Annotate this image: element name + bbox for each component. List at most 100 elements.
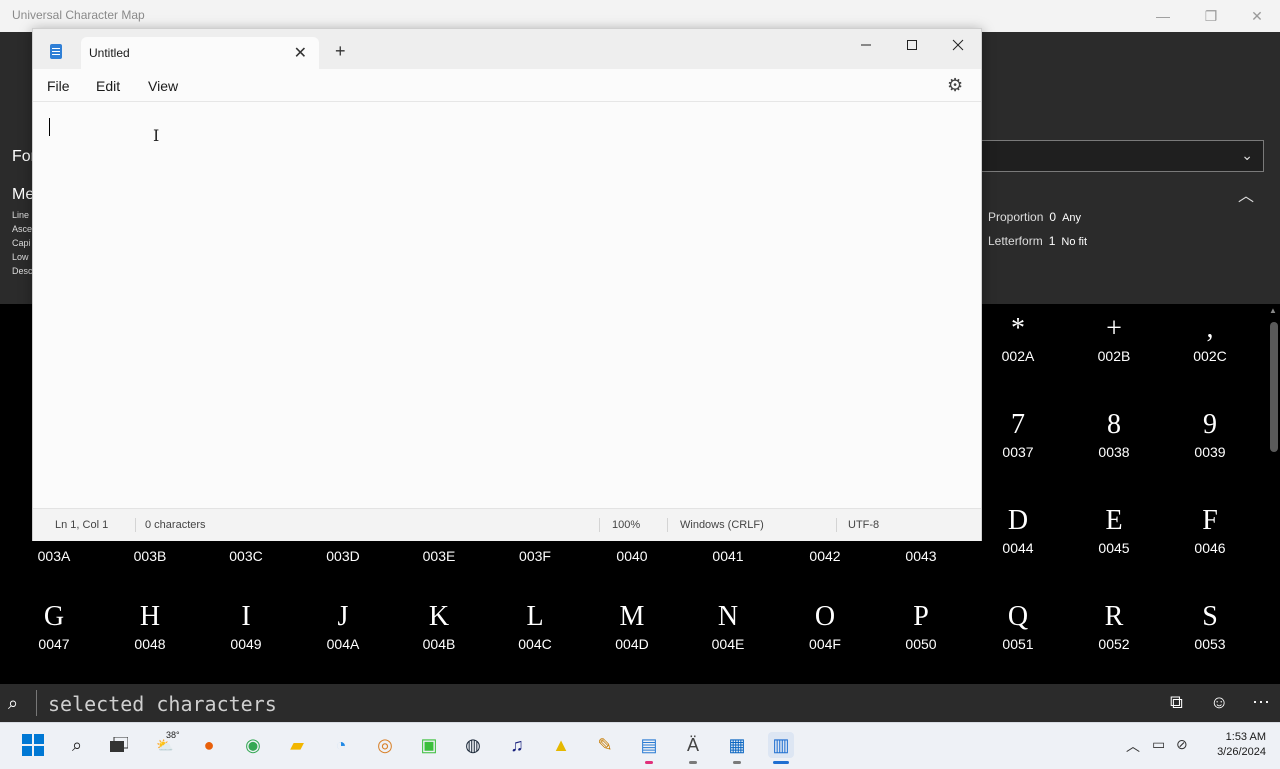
character-cell[interactable]: S 0053 [1162, 600, 1258, 652]
character-cell[interactable]: M 004D [584, 600, 680, 652]
character-cell[interactable]: O 004F [777, 600, 873, 652]
grid-scrollbar-thumb[interactable] [1270, 322, 1278, 452]
codepoint: 0038 [1098, 444, 1130, 460]
glyph: * [1011, 313, 1025, 344]
minimize-icon [861, 44, 871, 46]
menu-file[interactable]: File [47, 78, 70, 94]
character-cell[interactable]: F 0046 [1162, 504, 1258, 556]
terminal-app-icon[interactable]: ▣ [416, 732, 442, 758]
copy-icon[interactable]: ⧉ [1170, 692, 1183, 713]
network-icon[interactable]: ⊘ [1176, 736, 1188, 753]
character-cell[interactable]: D 0044 [970, 504, 1066, 556]
zoom-level[interactable]: 100% [612, 519, 640, 531]
clock[interactable]: 1:53 AM 3/26/2024 [1208, 730, 1266, 760]
character-cell[interactable]: 7 0037 [970, 408, 1066, 460]
character-cell[interactable]: P 0050 [873, 600, 969, 652]
character-map-app-icon[interactable]: Ä [680, 732, 706, 758]
codepoint[interactable]: 003B [102, 548, 198, 564]
font-dropdown[interactable]: ⌄ [972, 140, 1264, 172]
emoji-icon[interactable]: ☺ [1210, 692, 1228, 713]
character-cell[interactable]: +002B [1066, 312, 1162, 364]
codepoint[interactable]: 003F [487, 548, 583, 564]
running-indicator [645, 761, 653, 764]
codepoint[interactable]: 003A [6, 548, 102, 564]
control-panel-icon[interactable]: ▤ [636, 732, 662, 758]
start-windows-icon[interactable] [20, 732, 46, 758]
letterform-property: Letterform 1 No fit [988, 234, 1087, 248]
character-cell[interactable]: N 004E [680, 600, 776, 652]
minimize-button[interactable] [843, 29, 889, 61]
character-cell[interactable]: E 0045 [1066, 504, 1162, 556]
character-cell[interactable]: 8 0038 [1066, 408, 1162, 460]
close-button[interactable]: ✕ [1234, 0, 1280, 32]
character-cell[interactable]: Q 0051 [970, 600, 1066, 652]
tab-untitled[interactable]: Untitled ✕ [81, 37, 319, 69]
notepad-app-icon[interactable]: ▥ [768, 732, 794, 758]
character-cell[interactable]: , 002C [1162, 312, 1258, 364]
maximize-button[interactable] [889, 29, 935, 61]
line-ending[interactable]: Windows (CRLF) [680, 519, 764, 531]
glyph: M [619, 601, 645, 632]
minimize-button[interactable]: — [1140, 0, 1186, 32]
glyph: L [526, 601, 544, 632]
task-view-icon[interactable] [106, 732, 132, 758]
codepoint: 0044 [1002, 540, 1034, 556]
chevron-up-icon[interactable]: ︿ [1238, 182, 1254, 206]
character-cell[interactable]: L 004C [487, 600, 583, 652]
character-cell[interactable]: R 0052 [1066, 600, 1162, 652]
chevron-up-icon[interactable]: ︿ [1126, 736, 1140, 756]
proportion-property: Proportion 0 Any [988, 210, 1081, 224]
character-cell[interactable]: G 0047 [6, 600, 102, 652]
codepoint: 0051 [1002, 636, 1034, 652]
property-label: Letterform [988, 234, 1043, 248]
glyph: J [337, 601, 349, 632]
pencil-app-icon[interactable]: ✎ [592, 732, 618, 758]
character-cell[interactable]: * 002A [970, 312, 1066, 364]
chrome-icon[interactable]: ◉ [240, 732, 266, 758]
time: 1:53 AM [1225, 731, 1266, 743]
encoding[interactable]: UTF-8 [848, 519, 879, 531]
more-icon[interactable]: ⋯ [1252, 692, 1270, 713]
edge-icon[interactable]: ◔ [328, 732, 354, 758]
file-explorer-icon[interactable]: ▰ [284, 732, 310, 758]
display-icon[interactable]: ▭ [1152, 736, 1165, 753]
codepoint[interactable]: 0041 [680, 548, 776, 564]
close-button[interactable] [935, 29, 981, 61]
codepoint: 002C [1193, 348, 1227, 364]
active-indicator [773, 761, 789, 764]
settings-gear-icon[interactable]: ⚙ [947, 75, 963, 96]
character-cell[interactable]: I 0049 [198, 600, 294, 652]
codepoint[interactable]: 003C [198, 548, 294, 564]
eye-app-icon[interactable]: ◎ [372, 732, 398, 758]
codepoint[interactable]: 003D [295, 548, 391, 564]
menu-edit[interactable]: Edit [96, 78, 120, 94]
steam-icon[interactable]: ◍ [460, 732, 486, 758]
character-cell[interactable]: K 004B [391, 600, 487, 652]
codepoint: 004E [711, 636, 745, 652]
search-icon[interactable]: ⌕ [64, 732, 90, 758]
codepoint[interactable]: 003E [391, 548, 487, 564]
codepoint[interactable]: 0040 [584, 548, 680, 564]
codepoint[interactable]: 0042 [777, 548, 873, 564]
selected-characters-input[interactable] [46, 690, 650, 718]
new-tab-button[interactable]: + [335, 41, 346, 62]
glyph: Q [1007, 601, 1029, 632]
close-tab-icon[interactable]: ✕ [294, 43, 307, 63]
character-cell[interactable]: H 0048 [102, 600, 198, 652]
property-label: Proportion [988, 210, 1044, 224]
app-triangle-icon[interactable]: ▲ [548, 732, 574, 758]
menu-view[interactable]: View [148, 78, 178, 94]
firefox-icon[interactable]: ● [196, 732, 222, 758]
text-editor[interactable]: I [33, 102, 981, 508]
codepoint[interactable]: 0043 [873, 548, 969, 564]
character-cell[interactable]: 9 0039 [1162, 408, 1258, 460]
menu-bar: File Edit View ⚙ [33, 69, 981, 102]
blue-app-icon[interactable]: ▦ [724, 732, 750, 758]
character-cell[interactable]: J 004A [295, 600, 391, 652]
scroll-up-icon[interactable]: ▲ [1269, 306, 1277, 315]
restore-button[interactable]: ❐ [1188, 0, 1234, 32]
tab-title: Untitled [89, 46, 130, 60]
search-icon[interactable]: ⌕ [8, 693, 18, 714]
codepoint: 0039 [1194, 444, 1226, 460]
audacity-icon[interactable]: ♫ [504, 732, 530, 758]
